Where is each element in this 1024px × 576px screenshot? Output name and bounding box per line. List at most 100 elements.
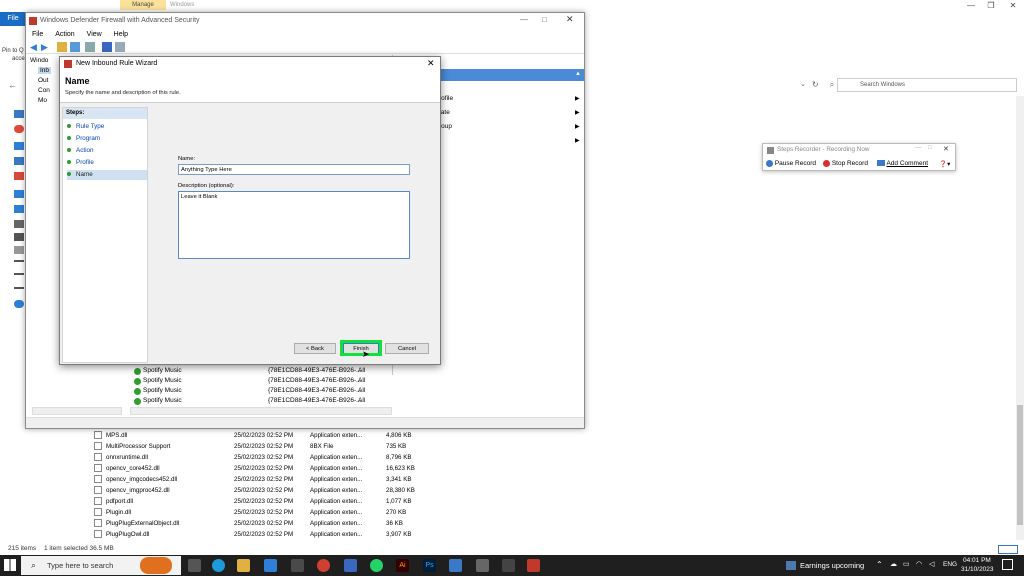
- minimize-icon[interactable]: —: [960, 0, 982, 12]
- stop-record-button[interactable]: Stop Record: [823, 160, 868, 167]
- step-rule-type[interactable]: Rule Type: [67, 122, 147, 132]
- close-icon[interactable]: ✕: [1002, 0, 1024, 12]
- help-icon[interactable]: ❓▾: [939, 160, 950, 168]
- clock-time[interactable]: 04:01 PM: [963, 557, 991, 564]
- table-row[interactable]: Spotify Music {78E1CD88-49E3-476E-B926-..…: [134, 386, 392, 396]
- menu-view[interactable]: View: [87, 31, 102, 38]
- explorer-search-input[interactable]: Search Windows: [837, 78, 1017, 92]
- list-item[interactable]: MPS.dll 25/02/2023 02:52 PM Application ex…: [94, 430, 424, 441]
- forward-arrow-icon[interactable]: ▶: [41, 42, 51, 52]
- photoshop-icon[interactable]: Ps: [423, 559, 436, 572]
- tree-outbound[interactable]: Out: [38, 77, 48, 84]
- menu-file[interactable]: File: [32, 31, 43, 38]
- list-item[interactable]: PlugPlugOwl.dll 25/02/2023 02:52 PM Applic…: [94, 529, 424, 540]
- drive-icon[interactable]: [14, 287, 24, 289]
- wifi-icon[interactable]: ◠: [916, 560, 922, 568]
- app-icon[interactable]: [476, 559, 489, 572]
- folder-icon[interactable]: [57, 42, 67, 52]
- mail-icon[interactable]: [264, 559, 277, 572]
- refresh-icon[interactable]: ↻: [812, 78, 824, 92]
- back-button[interactable]: < Back: [294, 343, 336, 354]
- creative-cloud-icon[interactable]: [14, 125, 24, 133]
- tree-scrollbar[interactable]: [32, 407, 122, 415]
- documents-icon[interactable]: [14, 220, 24, 228]
- file-tab[interactable]: File: [0, 12, 26, 26]
- collapse-icon[interactable]: ▲: [575, 71, 581, 77]
- explorer-scroll-thumb[interactable]: [1017, 405, 1023, 525]
- tree-monitoring[interactable]: Mo: [38, 97, 47, 104]
- table-row[interactable]: Spotify Music {78E1CD88-49E3-476E-B926-..…: [134, 396, 392, 406]
- properties-icon[interactable]: [115, 42, 125, 52]
- close-icon[interactable]: ✕: [566, 14, 574, 25]
- cancel-button[interactable]: Cancel: [385, 343, 429, 354]
- defender-icon[interactable]: [449, 559, 462, 572]
- maximize-icon[interactable]: □: [928, 145, 932, 151]
- drive-icon[interactable]: [14, 273, 24, 275]
- step-name[interactable]: Name: [67, 170, 147, 180]
- maximize-icon[interactable]: ❐: [980, 0, 1002, 12]
- name-field[interactable]: Anything Type Here: [178, 164, 410, 175]
- step-profile[interactable]: Profile: [67, 158, 147, 168]
- list-item[interactable]: opencv_imgcodecs452.dll 25/02/2023 02:52 …: [94, 474, 424, 485]
- tree-connection[interactable]: Con: [38, 87, 50, 94]
- menu-help[interactable]: Help: [114, 31, 128, 38]
- export-icon[interactable]: [85, 42, 95, 52]
- list-item[interactable]: onnxruntime.dll 25/02/2023 02:52 PM Applic…: [94, 452, 424, 463]
- edge-icon[interactable]: [212, 559, 225, 572]
- store-icon[interactable]: [291, 559, 304, 572]
- music-icon[interactable]: [14, 205, 24, 213]
- list-item[interactable]: opencv_core452.dll 25/02/2023 02:52 PM App…: [94, 463, 424, 474]
- chevron-up-icon[interactable]: ⌃: [876, 560, 883, 569]
- close-icon[interactable]: ✕: [427, 58, 435, 69]
- back-arrow-icon[interactable]: ◀: [30, 42, 40, 52]
- maximize-icon[interactable]: □: [542, 15, 547, 24]
- battery-icon[interactable]: ▭: [903, 560, 910, 568]
- help-icon[interactable]: [102, 42, 112, 52]
- table-row[interactable]: Spotify Music {78E1CD88-49E3-476E-B926-..…: [134, 376, 392, 386]
- minimize-icon[interactable]: —: [915, 145, 921, 151]
- chevron-down-icon[interactable]: ⌄: [800, 78, 806, 92]
- quick-access-icon[interactable]: [14, 110, 24, 118]
- drive-icon[interactable]: [14, 233, 24, 241]
- manage-tab[interactable]: Manage: [120, 0, 166, 10]
- pc-icon[interactable]: [14, 172, 24, 180]
- notification-icon[interactable]: [1002, 559, 1013, 570]
- rules-scrollbar[interactable]: [130, 407, 392, 415]
- chrome-icon[interactable]: [317, 559, 330, 572]
- whatsapp-icon[interactable]: [370, 559, 383, 572]
- list-item[interactable]: Plugin.dll 25/02/2023 02:52 PM Application…: [94, 507, 424, 518]
- network-icon[interactable]: [14, 300, 24, 308]
- list-item[interactable]: pdfport.dll 25/02/2023 02:52 PM Applicatio…: [94, 496, 424, 507]
- drive-selected-icon[interactable]: [14, 246, 24, 254]
- pin-label[interactable]: Pin to Q: [2, 48, 24, 54]
- minimize-icon[interactable]: —: [520, 15, 528, 24]
- step-program[interactable]: Program: [67, 134, 147, 144]
- table-row[interactable]: Spotify Music {78E1CD88-49E3-476E-B926-..…: [134, 366, 392, 376]
- action-item[interactable]: rofile: [439, 95, 453, 102]
- drive-icon[interactable]: [14, 260, 24, 262]
- description-field[interactable]: Leave it Blank: [178, 191, 410, 259]
- step-action[interactable]: Action: [67, 146, 147, 156]
- onedrive-icon[interactable]: [14, 142, 24, 150]
- weather-widget[interactable]: Earnings upcoming: [800, 561, 864, 570]
- clock-date[interactable]: 31/10/2023: [961, 566, 994, 573]
- back-arrow-icon[interactable]: ←: [8, 80, 17, 90]
- tree-inbound[interactable]: Inb: [38, 67, 52, 74]
- close-icon[interactable]: ✕: [943, 145, 949, 153]
- app-icon[interactable]: [344, 559, 357, 572]
- steps-recorder-taskbar-icon[interactable]: [527, 559, 540, 572]
- volume-icon[interactable]: ◁: [929, 560, 934, 568]
- network-icon[interactable]: ☁: [890, 560, 897, 568]
- pause-record-button[interactable]: Pause Record: [766, 160, 816, 167]
- firewall-taskbar-icon[interactable]: [502, 559, 515, 572]
- list-item[interactable]: PlugPlugExternalObject.dll 25/02/2023 02:…: [94, 518, 424, 529]
- list-item[interactable]: MultiProcessor Support 25/02/2023 02:52 P…: [94, 441, 424, 452]
- view-toggle-icon[interactable]: [998, 545, 1018, 554]
- pumpkin-icon[interactable]: [140, 557, 172, 574]
- illustrator-icon[interactable]: Ai: [396, 559, 409, 572]
- list-item[interactable]: opencv_imgproc452.dll 25/02/2023 02:52 PM…: [94, 485, 424, 496]
- desktop-icon[interactable]: [14, 157, 24, 165]
- tree-root[interactable]: Windo: [30, 57, 48, 64]
- file-explorer-icon[interactable]: [237, 559, 250, 572]
- start-icon[interactable]: [4, 559, 16, 571]
